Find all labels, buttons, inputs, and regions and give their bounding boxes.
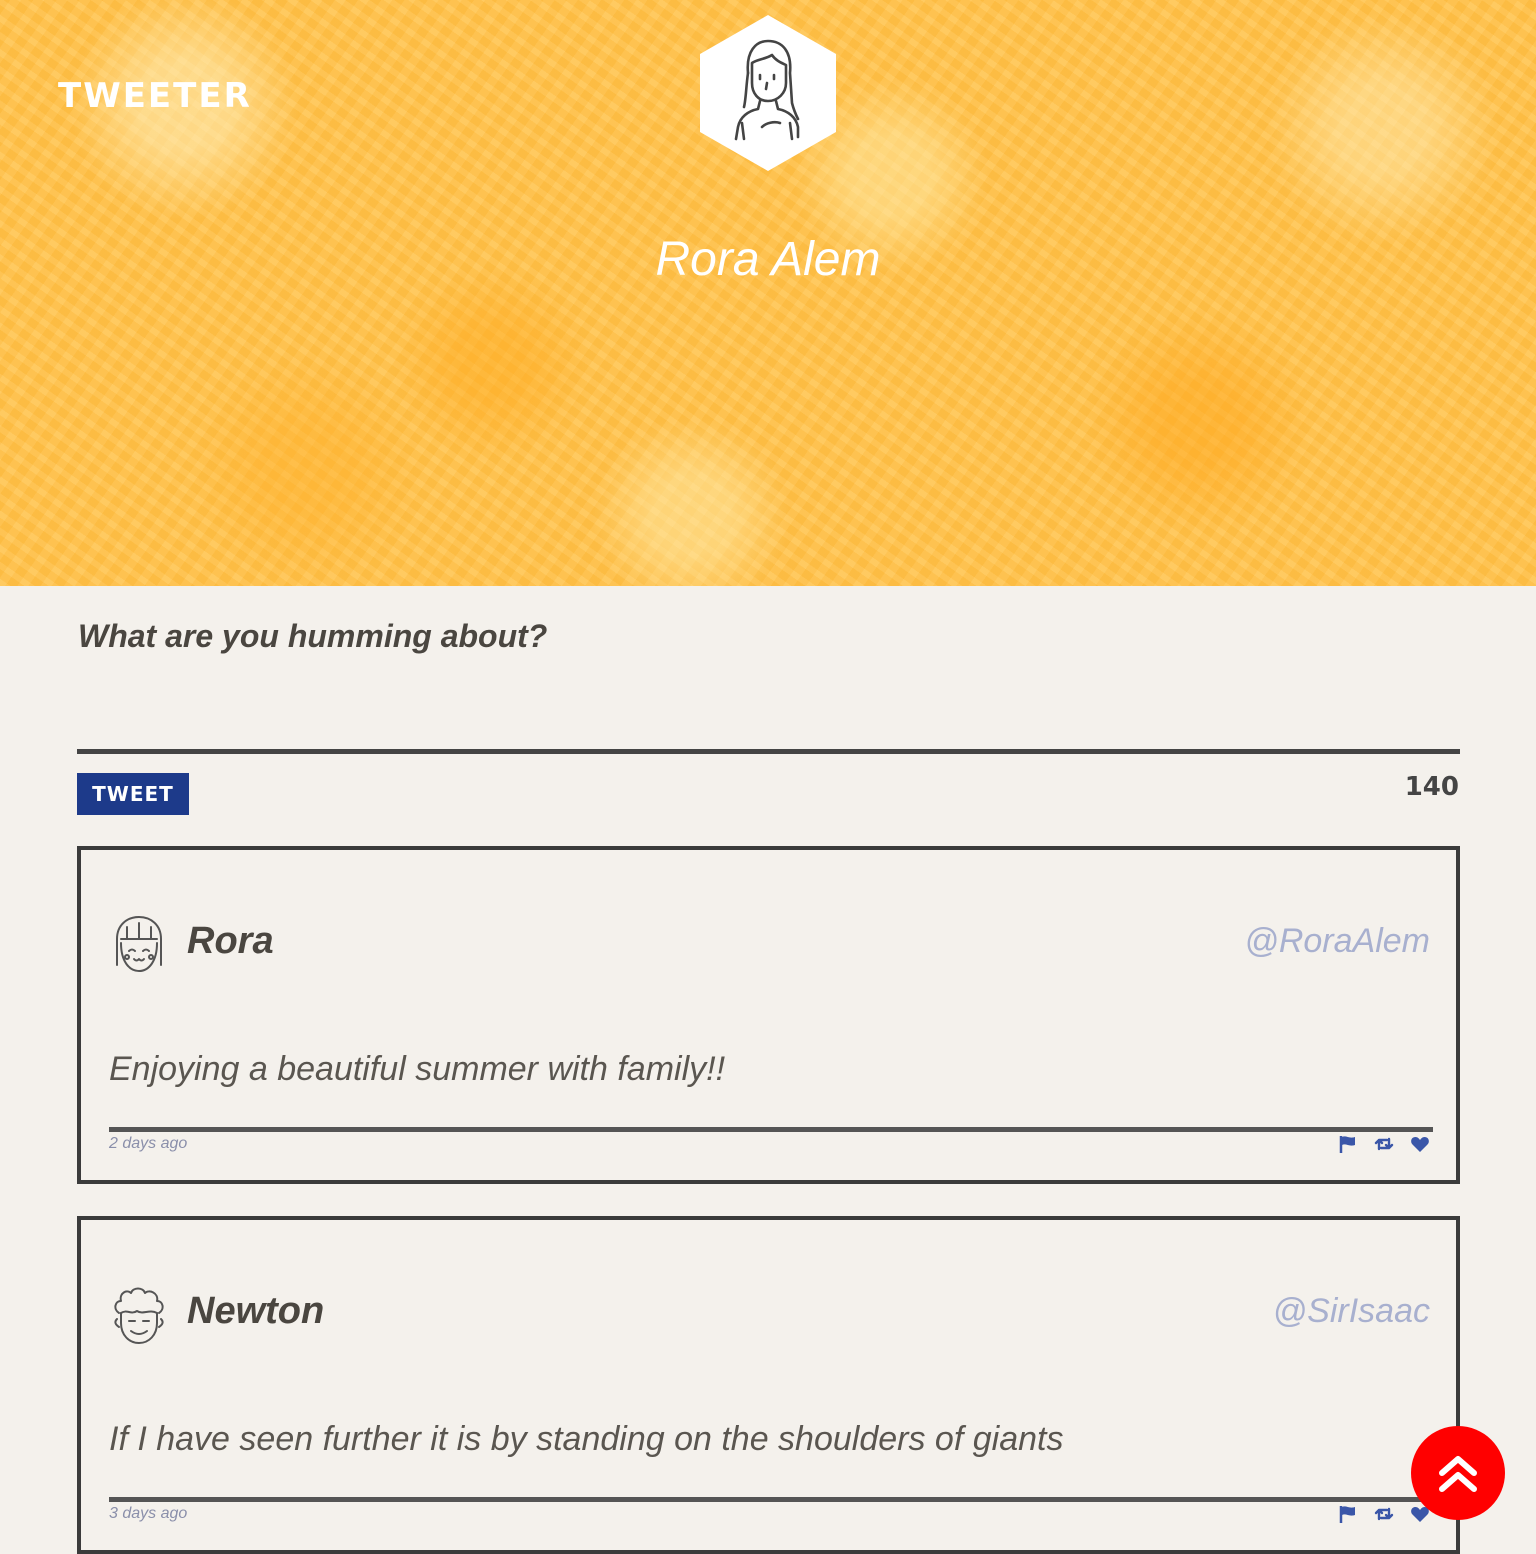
tweet-text: If I have seen further it is by standing… xyxy=(109,1420,1064,1458)
compose-prompt: What are you humming about? xyxy=(78,618,548,654)
compose-underline xyxy=(77,749,1460,754)
tweet-divider xyxy=(109,1497,1433,1502)
double-chevron-up-icon xyxy=(1439,1456,1477,1492)
profile-name: Rora Alem xyxy=(655,233,881,286)
tweet-author-handle[interactable]: @RoraAlem xyxy=(1244,922,1430,961)
scroll-to-top-button[interactable] xyxy=(1411,1426,1505,1520)
tweet-timestamp: 2 days ago xyxy=(109,1135,188,1152)
retweet-icon[interactable] xyxy=(1374,1134,1394,1154)
tweet-author-handle[interactable]: @SirIsaac xyxy=(1273,1292,1430,1331)
tweet-card: Newton @SirIsaac If I have seen further … xyxy=(77,1216,1460,1554)
heart-icon[interactable] xyxy=(1410,1134,1430,1154)
flag-icon[interactable] xyxy=(1338,1134,1358,1154)
tweet-text: Enjoying a beautiful summer with family!… xyxy=(109,1050,726,1088)
compose-input[interactable] xyxy=(77,672,1463,750)
tweet-actions xyxy=(1338,1504,1430,1524)
tweet-card: Rora @RoraAlem Enjoying a beautiful summ… xyxy=(77,846,1460,1184)
profile-header: TWEETER Rora Alem xyxy=(0,0,1536,586)
tweet-button[interactable]: TWEET xyxy=(77,773,189,815)
char-counter: 140 xyxy=(1404,772,1459,802)
brand-logo[interactable]: TWEETER xyxy=(58,76,252,116)
tweet-author-name[interactable]: Rora xyxy=(187,920,274,963)
profile-avatar-icon xyxy=(700,15,836,171)
retweet-icon[interactable] xyxy=(1374,1504,1394,1524)
tweet-timestamp: 3 days ago xyxy=(109,1505,188,1522)
tweet-actions xyxy=(1338,1134,1430,1154)
tweet-divider xyxy=(109,1127,1433,1132)
flag-icon[interactable] xyxy=(1338,1504,1358,1524)
curly-hair-face-icon xyxy=(114,1287,164,1344)
tweet-author-name[interactable]: Newton xyxy=(187,1290,324,1333)
girl-face-icon xyxy=(116,916,162,972)
